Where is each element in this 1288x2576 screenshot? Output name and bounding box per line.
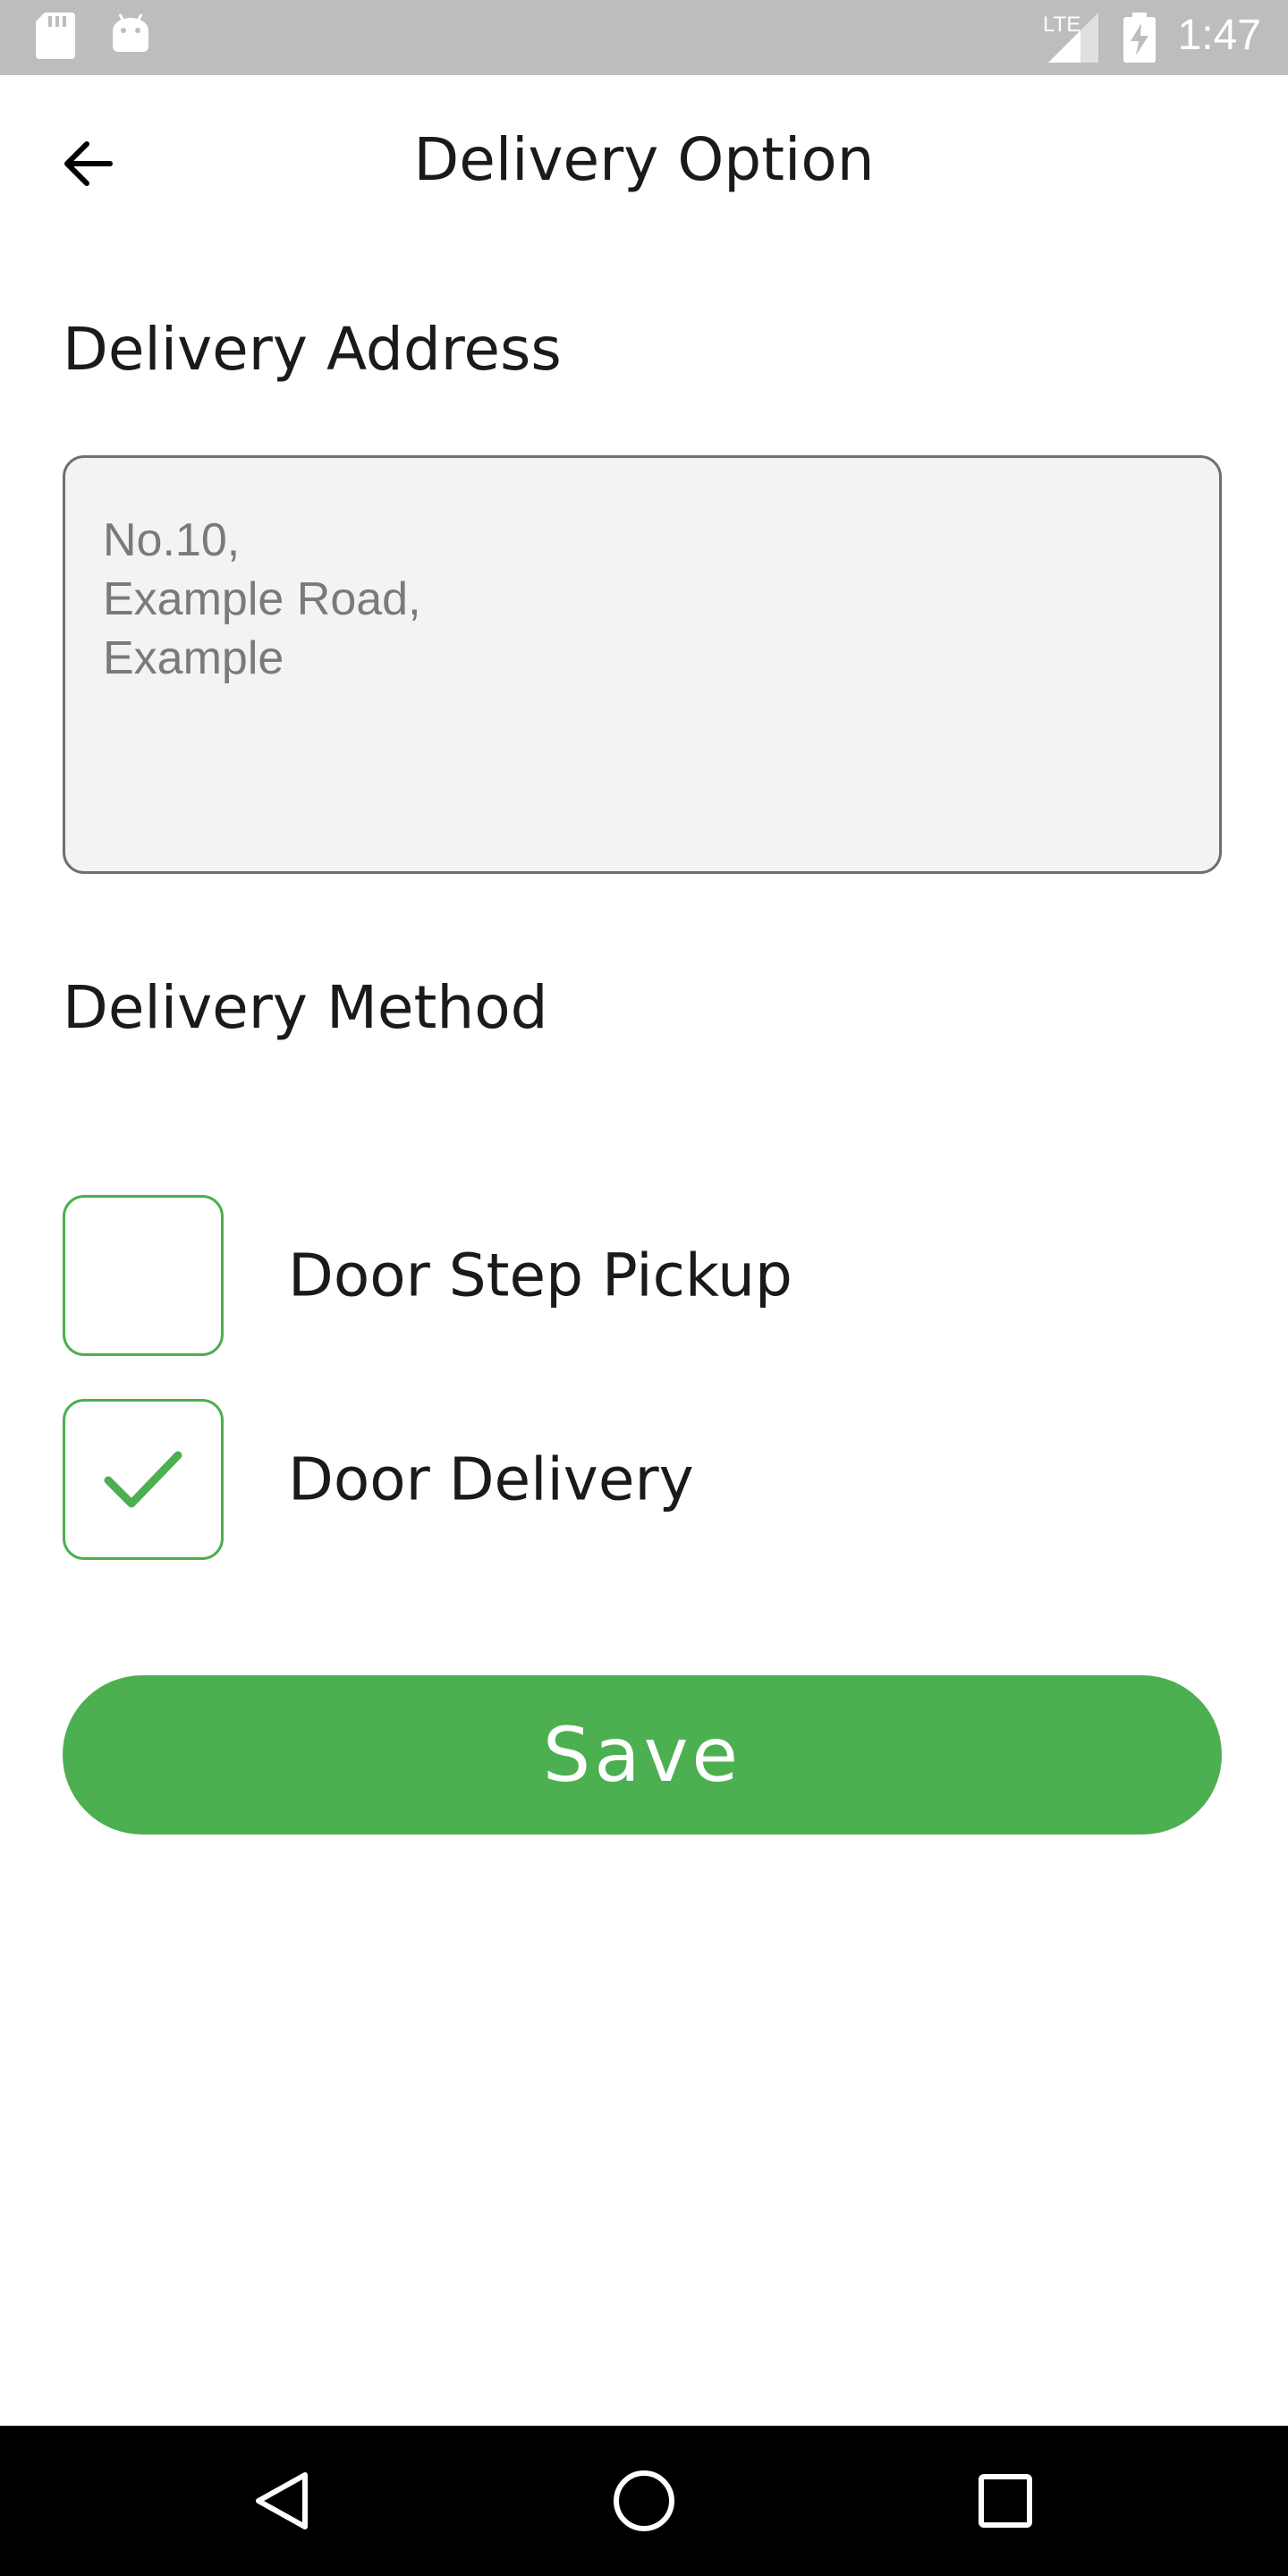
door-step-pickup-checkbox[interactable] xyxy=(63,1195,224,1356)
save-button[interactable]: Save xyxy=(63,1675,1222,1835)
address-line: Example xyxy=(103,632,284,684)
back-triangle-icon xyxy=(256,2472,308,2529)
option-label: Door Step Pickup xyxy=(288,1241,792,1310)
door-delivery-checkbox[interactable] xyxy=(63,1399,224,1560)
checkmark-icon xyxy=(104,1451,182,1508)
address-line: Example Road, xyxy=(103,573,421,625)
sd-card-icon xyxy=(36,13,75,63)
android-icon xyxy=(111,13,150,63)
nav-home-button[interactable] xyxy=(599,2456,689,2546)
home-circle-icon xyxy=(614,2470,674,2531)
page-title: Delivery Option xyxy=(413,125,875,194)
delivery-address-label: Delivery Address xyxy=(63,315,562,384)
delivery-method-label: Delivery Method xyxy=(63,973,548,1042)
status-time: 1:47 xyxy=(1177,12,1261,59)
nav-recents-button[interactable] xyxy=(961,2456,1050,2546)
nav-back-button[interactable] xyxy=(238,2456,327,2546)
option-door-step-pickup[interactable]: Door Step Pickup xyxy=(63,1195,1222,1356)
navigation-bar xyxy=(0,2426,1288,2576)
option-label: Door Delivery xyxy=(288,1445,694,1514)
option-door-delivery[interactable]: Door Delivery xyxy=(63,1399,1222,1560)
address-field[interactable]: No.10, Example Road, Example xyxy=(63,455,1222,874)
recents-square-icon xyxy=(979,2474,1032,2528)
status-bar: LTE 1:47 xyxy=(0,0,1288,75)
address-line: No.10, xyxy=(103,514,241,566)
battery-charging-icon xyxy=(1123,13,1156,66)
signal-icon xyxy=(1048,13,1098,66)
